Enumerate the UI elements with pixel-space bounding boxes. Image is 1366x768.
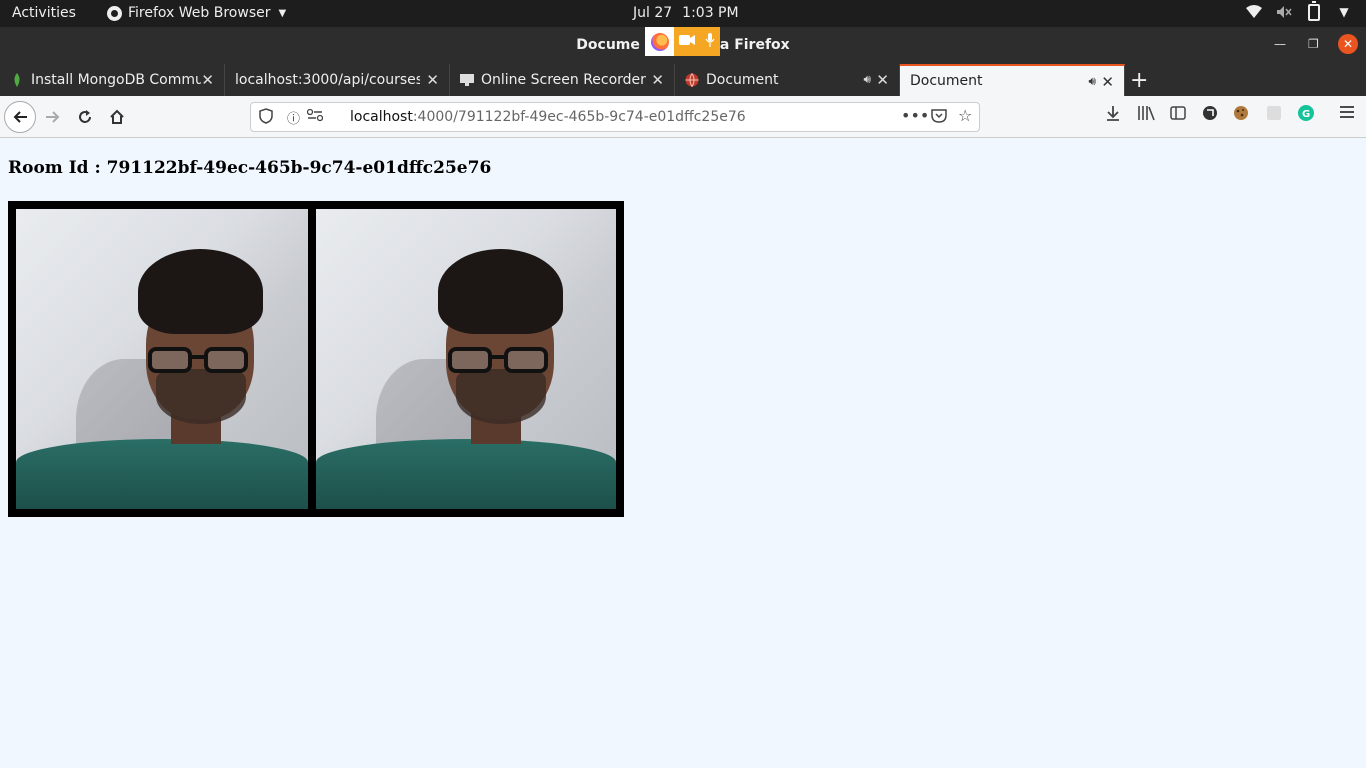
tab-document[interactable]: Document 🔊︎ ✕ (675, 64, 900, 96)
sidebar-icon[interactable] (1170, 105, 1186, 125)
glasses-shape (148, 347, 256, 377)
back-button[interactable] (4, 101, 36, 133)
glasses-shape (448, 347, 556, 377)
firefox-icon (107, 5, 122, 21)
system-tray[interactable]: ▼ (1246, 0, 1352, 21)
app-menu[interactable]: Firefox Web Browser ▼ (107, 5, 286, 21)
tab-strip: Install MongoDB Commu ✕ localhost:3000/a… (0, 64, 1366, 96)
room-id-heading: Room Id : 791122bf-49ec-465b-9c74-e01dff… (8, 158, 492, 178)
activities-button[interactable]: Activities (12, 5, 76, 21)
close-tab-icon[interactable]: ✕ (876, 71, 889, 89)
grammarly-icon[interactable]: G (1298, 105, 1314, 125)
reload-button[interactable] (71, 103, 99, 131)
new-tab-button[interactable]: + (1130, 68, 1148, 93)
permissions-icon[interactable] (306, 108, 324, 126)
close-tab-icon[interactable]: ✕ (651, 71, 664, 89)
video-grid (8, 201, 624, 517)
url-text: localhost:4000/791122bf-49ec-465b-9c74-e… (350, 109, 746, 125)
battery-icon (1306, 0, 1322, 21)
close-tab-icon[interactable]: ✕ (426, 71, 439, 89)
video-person-shirt (16, 439, 308, 509)
shield-icon[interactable] (259, 108, 273, 128)
info-icon[interactable]: ⓘ (287, 108, 300, 127)
address-bar[interactable]: ⓘ localhost:4000/791122bf-49ec-465b-9c74… (250, 102, 980, 132)
tab-document-active[interactable]: Document 🔊︎ ✕ (900, 64, 1125, 96)
volume-muted-icon (1276, 4, 1292, 20)
tab-label: Document (910, 73, 983, 89)
svg-text:G: G (1302, 109, 1310, 120)
clock[interactable]: Jul 27 1:03 PM (633, 5, 749, 21)
clock-date: Jul 27 (633, 5, 673, 21)
close-tab-icon[interactable]: ✕ (1101, 73, 1114, 91)
monitor-icon (460, 73, 474, 87)
navigation-toolbar: ⓘ localhost:4000/791122bf-49ec-465b-9c74… (0, 96, 1366, 138)
video-remote[interactable] (316, 209, 616, 509)
speaker-icon[interactable]: 🔊︎ (1088, 74, 1096, 89)
tab-label: localhost:3000/api/courses (235, 72, 420, 88)
mongodb-leaf-icon (10, 73, 24, 87)
extension-placeholder-icon[interactable] (1266, 105, 1282, 125)
home-button[interactable] (103, 103, 131, 131)
video-local[interactable] (16, 209, 308, 509)
chevron-down-icon: ▼ (1339, 5, 1349, 19)
menu-icon[interactable] (1339, 105, 1355, 123)
tab-mongodb[interactable]: Install MongoDB Commu ✕ (0, 64, 225, 96)
tab-screen-recorder[interactable]: Online Screen Recorder ✕ (450, 64, 675, 96)
forward-button[interactable] (39, 103, 67, 131)
minimize-button[interactable]: — (1274, 37, 1286, 51)
download-icon[interactable] (1105, 105, 1121, 125)
tab-label: Document (706, 72, 779, 88)
library-icon[interactable] (1137, 105, 1155, 125)
maximize-button[interactable]: ❐ (1308, 37, 1319, 51)
clock-time: 1:03 PM (682, 5, 739, 21)
chevron-down-icon: ▼ (278, 7, 287, 19)
wifi-icon (1246, 4, 1262, 20)
cookie-icon[interactable] (1233, 105, 1249, 125)
extension-icon[interactable] (1202, 105, 1218, 125)
sharing-indicator[interactable] (645, 27, 720, 56)
close-tab-icon[interactable]: ✕ (201, 71, 214, 89)
app-menu-label: Firefox Web Browser (128, 5, 271, 21)
microphone-icon (705, 32, 715, 51)
video-person-shirt (316, 439, 616, 509)
tab-label: Online Screen Recorder (481, 72, 646, 88)
firefox-icon (650, 32, 669, 51)
close-window-button[interactable]: ✕ (1338, 34, 1358, 54)
speaker-icon[interactable]: 🔊︎ (863, 72, 871, 87)
globe-icon (685, 73, 699, 88)
tab-label: Install MongoDB Commu (31, 72, 201, 88)
page-actions-icon[interactable]: ••• (901, 106, 929, 125)
camera-icon (679, 34, 695, 50)
tab-api-courses[interactable]: localhost:3000/api/courses ✕ (225, 64, 450, 96)
pocket-icon[interactable] (931, 108, 947, 127)
bookmark-star-icon[interactable]: ☆ (958, 106, 972, 125)
system-top-bar: Activities Firefox Web Browser ▼ Jul 27 1… (0, 0, 1366, 27)
page-content: Room Id : 791122bf-49ec-465b-9c74-e01dff… (0, 138, 1366, 768)
